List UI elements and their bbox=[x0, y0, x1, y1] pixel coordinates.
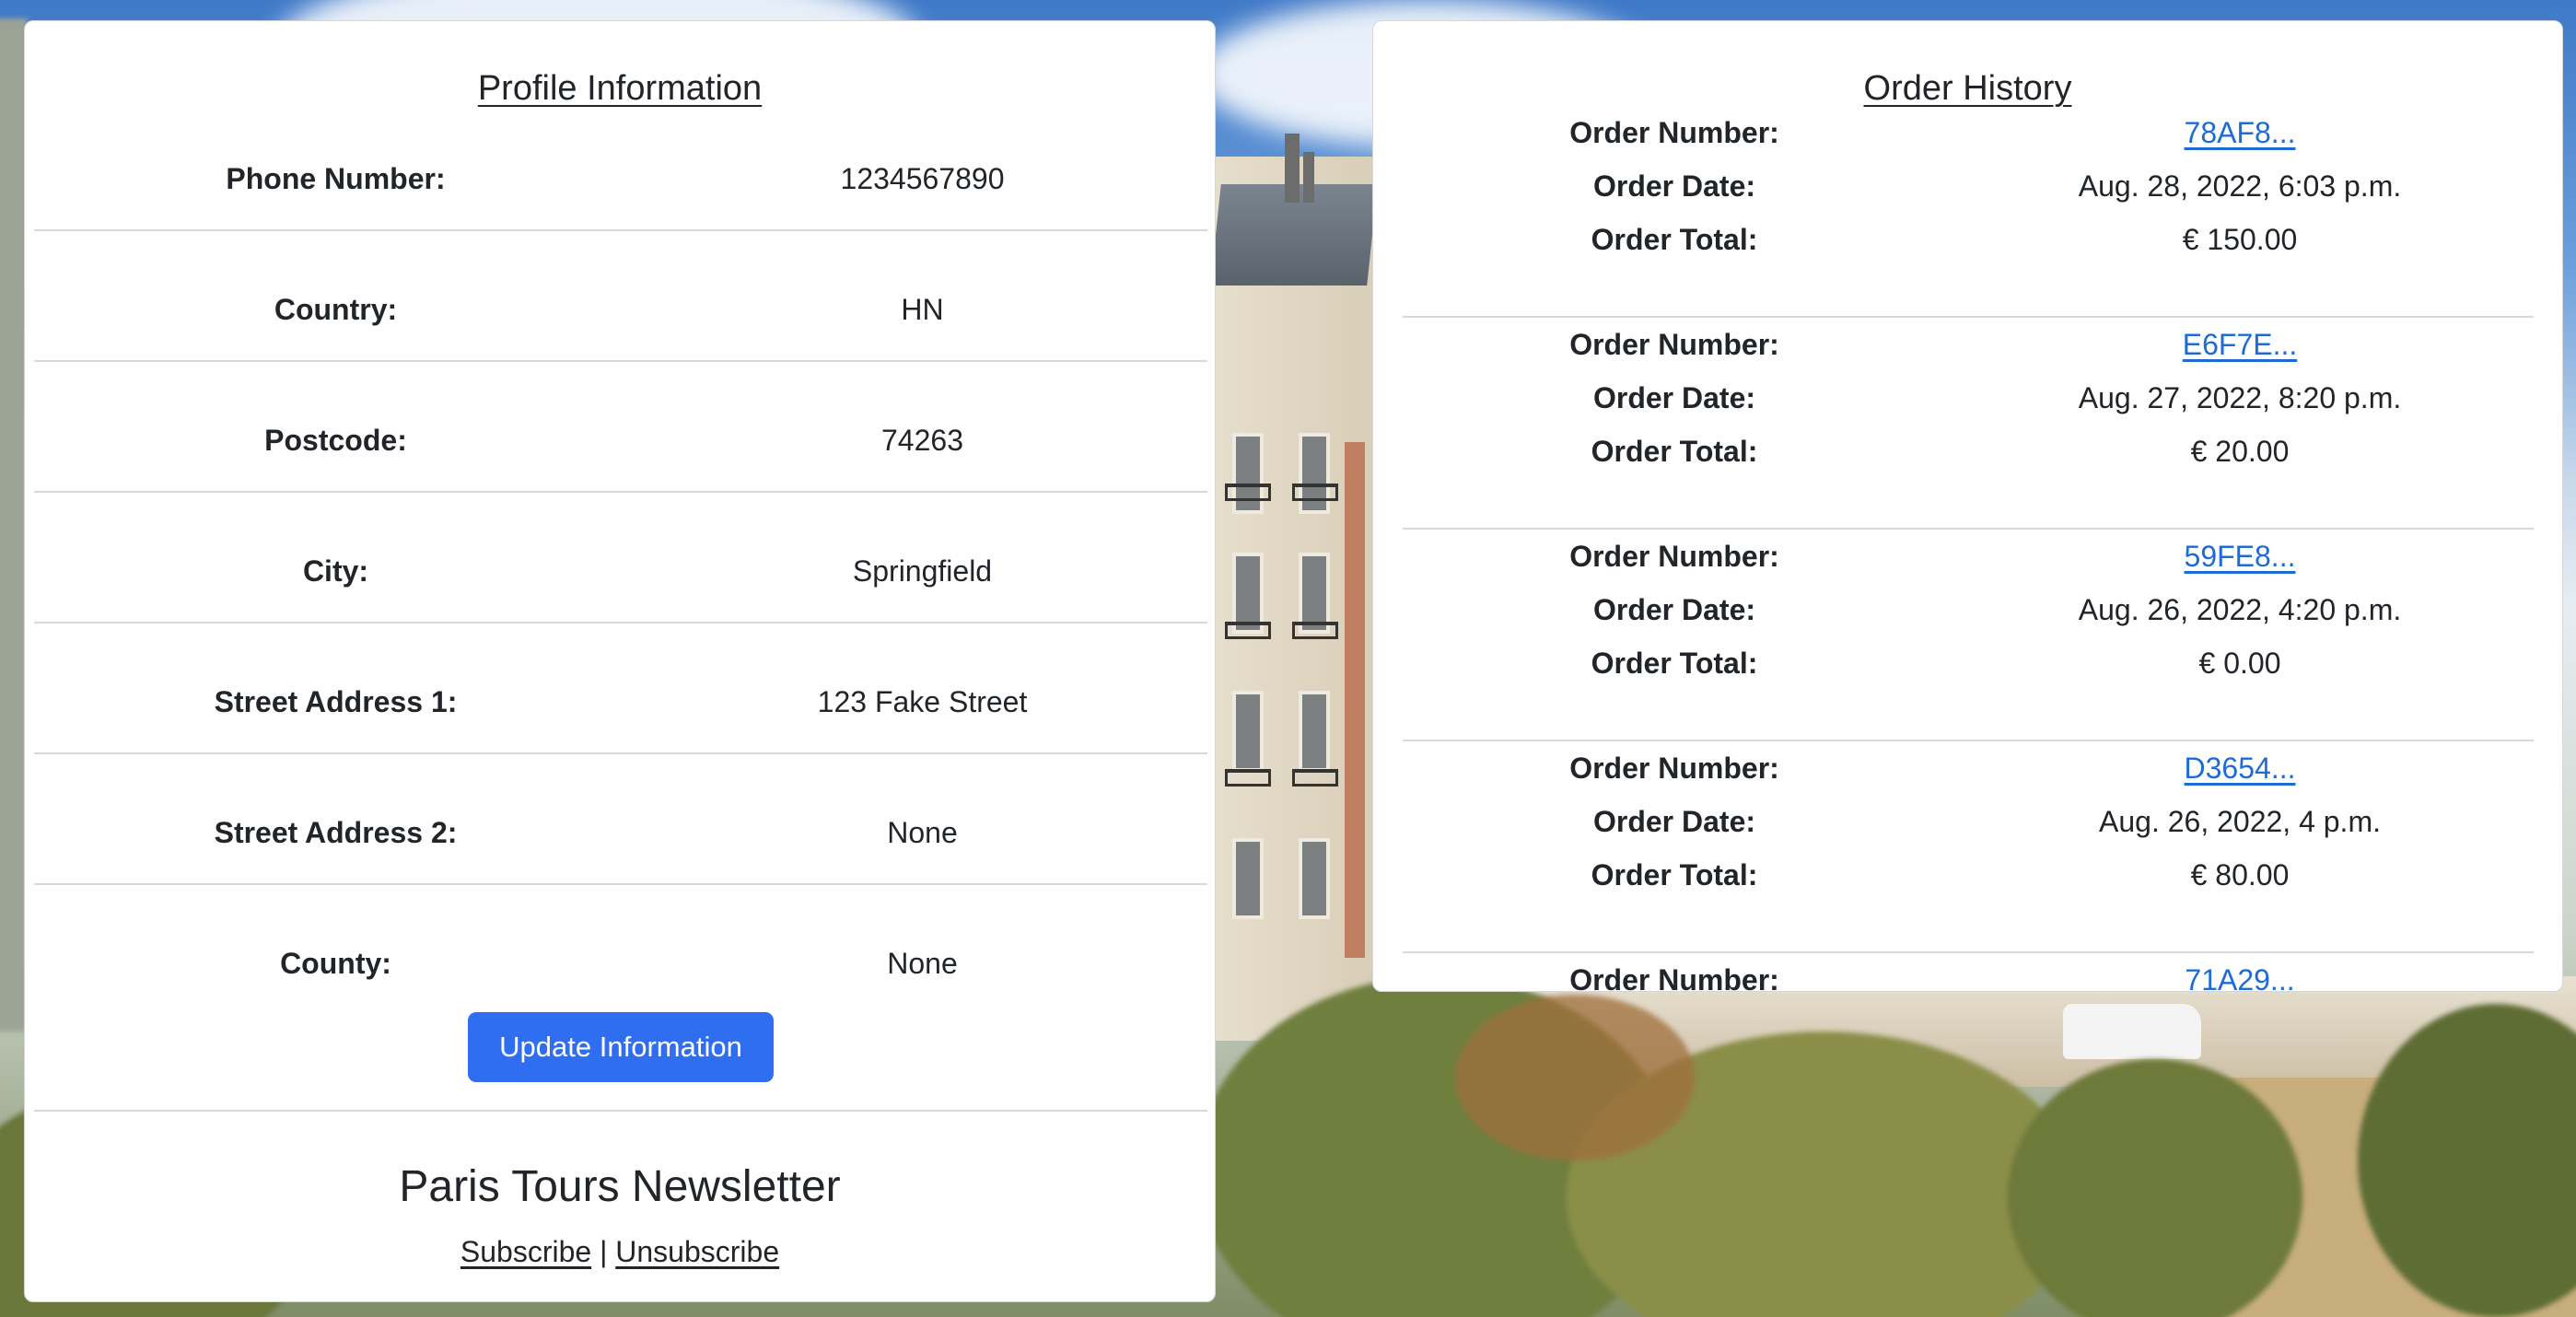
profile-row-country: Country: HN bbox=[34, 231, 1207, 362]
profile-row-street-1: Street Address 1: 123 Fake Street bbox=[34, 624, 1207, 754]
city-value: Springfield bbox=[852, 554, 993, 588]
newsletter-separator: | bbox=[600, 1235, 608, 1268]
order-number-label: Order Number: bbox=[1569, 752, 1779, 785]
country-value: HN bbox=[901, 293, 944, 326]
profile-row-city: City: Springfield bbox=[34, 493, 1207, 624]
profile-row-phone: Phone Number: 1234567890 bbox=[34, 100, 1207, 231]
order-number-label: Order Number: bbox=[1569, 963, 1779, 992]
order-total-label: Order Total: bbox=[1591, 435, 1758, 468]
order-total-label: Order Total: bbox=[1591, 223, 1758, 256]
order-item: Order Number: D3654... Order Date: Aug. 26… bbox=[1403, 741, 2534, 953]
order-item: Order Number: 59FE8... Order Date: Aug. 26… bbox=[1403, 530, 2534, 741]
street-1-label: Street Address 1: bbox=[214, 685, 458, 718]
order-date-value: Aug. 28, 2022, 6:03 p.m. bbox=[2078, 169, 2402, 203]
order-history-card: Order History Order Number: 78AF8... Orde… bbox=[1372, 20, 2563, 992]
profile-card: Profile Information Phone Number: 123456… bbox=[24, 20, 1216, 1302]
order-date-value: Aug. 27, 2022, 8:20 p.m. bbox=[2078, 381, 2402, 414]
order-number-link[interactable]: E6F7E... bbox=[2183, 328, 2298, 361]
order-total-label: Order Total: bbox=[1591, 647, 1758, 680]
order-history-title: Order History bbox=[1863, 69, 2072, 108]
order-number-label: Order Number: bbox=[1569, 116, 1779, 149]
phone-label: Phone Number: bbox=[226, 162, 446, 195]
street-1-value: 123 Fake Street bbox=[817, 685, 1028, 718]
order-item: Order Number: 71A29... bbox=[1403, 953, 2534, 992]
order-date-label: Order Date: bbox=[1592, 169, 1756, 203]
country-label: Country: bbox=[274, 293, 398, 326]
order-total-value: € 80.00 bbox=[2190, 858, 2290, 892]
newsletter-title: Paris Tours Newsletter bbox=[399, 1162, 841, 1211]
order-item: Order Number: 78AF8... Order Date: Aug. 28… bbox=[1403, 106, 2534, 318]
order-total-value: € 0.00 bbox=[2198, 647, 2281, 680]
newsletter-links: Subscribe | Unsubscribe bbox=[25, 1235, 1215, 1269]
order-date-value: Aug. 26, 2022, 4:20 p.m. bbox=[2078, 593, 2402, 626]
order-number-link[interactable]: 59FE8... bbox=[2185, 540, 2296, 573]
subscribe-link[interactable]: Subscribe bbox=[460, 1235, 591, 1268]
phone-value: 1234567890 bbox=[840, 162, 1005, 195]
update-information-button[interactable]: Update Information bbox=[468, 1012, 774, 1082]
newsletter-divider bbox=[34, 1110, 1207, 1112]
order-date-value: Aug. 26, 2022, 4 p.m. bbox=[2099, 805, 2381, 838]
order-total-value: € 150.00 bbox=[2182, 223, 2298, 256]
unsubscribe-link[interactable]: Unsubscribe bbox=[615, 1235, 779, 1268]
order-number-label: Order Number: bbox=[1569, 328, 1779, 361]
street-2-label: Street Address 2: bbox=[214, 816, 458, 849]
order-date-label: Order Date: bbox=[1592, 381, 1756, 414]
order-number-link[interactable]: 71A29... bbox=[2185, 963, 2294, 991]
postcode-label: Postcode: bbox=[264, 424, 407, 457]
postcode-value: 74263 bbox=[881, 424, 963, 457]
order-total-label: Order Total: bbox=[1591, 858, 1758, 892]
order-date-label: Order Date: bbox=[1592, 593, 1756, 626]
order-number-label: Order Number: bbox=[1569, 540, 1779, 573]
county-label: County: bbox=[280, 947, 391, 980]
order-item: Order Number: E6F7E... Order Date: Aug. 27… bbox=[1403, 318, 2534, 530]
city-label: City: bbox=[302, 554, 369, 588]
profile-row-street-2: Street Address 2: None bbox=[34, 754, 1207, 885]
profile-row-postcode: Postcode: 74263 bbox=[34, 362, 1207, 493]
profile-row-county: County: None bbox=[34, 885, 1207, 1016]
order-number-link[interactable]: 78AF8... bbox=[2185, 116, 2296, 149]
county-value: None bbox=[887, 947, 958, 980]
street-2-value: None bbox=[887, 816, 958, 849]
order-date-label: Order Date: bbox=[1592, 805, 1756, 838]
order-number-link[interactable]: D3654... bbox=[2185, 752, 2296, 785]
order-total-value: € 20.00 bbox=[2190, 435, 2290, 468]
